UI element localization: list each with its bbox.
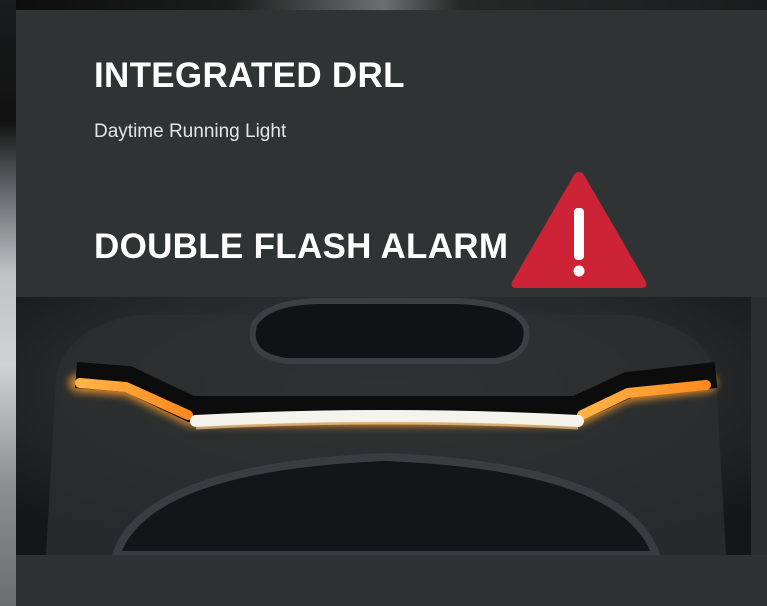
feature-title: INTEGRATED DRL (94, 56, 405, 95)
panel-right-edge (751, 297, 767, 555)
rear-light-bar-photo (16, 297, 751, 555)
background-edge-top (0, 0, 767, 10)
background-edge-left (0, 0, 16, 606)
bottom-band (16, 555, 767, 606)
feature-subtitle: Daytime Running Light (94, 121, 287, 142)
warning-triangle-icon (511, 172, 647, 288)
alarm-title: DOUBLE FLASH ALARM (94, 227, 509, 266)
